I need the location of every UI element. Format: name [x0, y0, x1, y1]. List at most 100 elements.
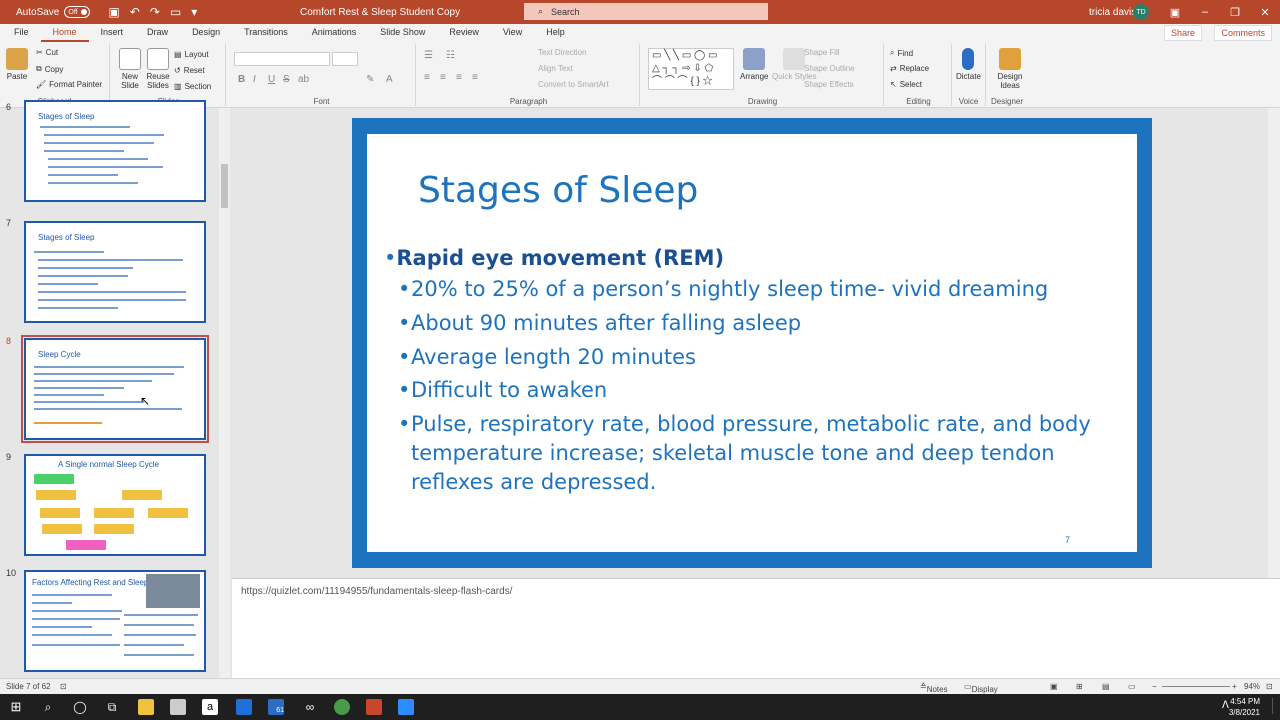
zoom-in-icon[interactable]: +: [1232, 682, 1237, 691]
arrange-button[interactable]: Arrange: [740, 48, 768, 81]
tab-file[interactable]: File: [2, 24, 41, 42]
notes-toggle[interactable]: ≙ Notes: [920, 682, 948, 694]
mail-icon[interactable]: 61: [268, 699, 284, 715]
customize-qat-icon[interactable]: ▾: [191, 5, 197, 19]
shapes-gallery[interactable]: ▭ ╲ ╲ ▭ ◯ ▭ △ ┐ ┐ ⇨ ⇩ ⬠ ⌒ ⌒ ⌒ { } ☆: [648, 48, 734, 90]
font-size-combo[interactable]: [332, 52, 358, 66]
zoom-out-icon[interactable]: −: [1152, 682, 1157, 691]
save-icon[interactable]: ▣: [108, 5, 119, 19]
select-button[interactable]: ↖ Select: [890, 80, 922, 89]
tab-draw[interactable]: Draw: [135, 24, 180, 42]
zoom-level[interactable]: 94%: [1244, 682, 1260, 691]
display-settings-button[interactable]: ▭ Display Settings: [964, 682, 1000, 703]
align-right-icon[interactable]: ≡: [456, 72, 462, 83]
search-icon[interactable]: ⌕: [40, 699, 56, 715]
thumbnail-scrollbar[interactable]: [219, 108, 230, 678]
align-center-icon[interactable]: ≡: [440, 72, 446, 83]
zoom-app-icon[interactable]: [398, 699, 414, 715]
shape-outline-button[interactable]: Shape Outline: [804, 64, 855, 73]
numbering-icon[interactable]: ☷: [446, 50, 455, 61]
tab-home[interactable]: Home: [40, 24, 89, 42]
slide-thumbnail-8[interactable]: Sleep Cycle: [21, 335, 209, 443]
chrome-icon[interactable]: [334, 699, 350, 715]
slide-thumbnail-pane[interactable]: 6 Stages of Sleep 7 Stages of Sleep 8 Sl…: [0, 100, 232, 678]
search-box[interactable]: ⌕ Search: [524, 3, 768, 20]
convert-smartart-button[interactable]: Convert to SmartArt: [538, 80, 609, 89]
autosave-control[interactable]: AutoSave Off: [16, 6, 91, 18]
main-bullet[interactable]: •Rapid eye movement (REM): [384, 246, 724, 270]
shape-fill-button[interactable]: Shape Fill: [804, 48, 840, 57]
find-button[interactable]: ⌕ Find: [890, 48, 913, 58]
shape-effects-button[interactable]: Shape Effects: [804, 80, 854, 89]
windows-start-icon[interactable]: ⊞: [8, 699, 24, 715]
task-view-icon[interactable]: ⧉: [104, 699, 120, 715]
avatar[interactable]: TD: [1133, 4, 1149, 20]
autosave-toggle[interactable]: Off: [64, 6, 91, 18]
user-name[interactable]: tricia davis: [1089, 7, 1136, 18]
ribbon-display-options-icon[interactable]: ▣: [1160, 0, 1190, 24]
tab-slide-show[interactable]: Slide Show: [368, 24, 437, 42]
slide-show-icon[interactable]: ▭: [1128, 682, 1136, 691]
powerpoint-icon[interactable]: [366, 699, 382, 715]
text-direction-button[interactable]: Text Direction: [538, 48, 586, 57]
section-button[interactable]: ▥ Section: [174, 82, 211, 91]
new-slide-button[interactable]: New Slide: [118, 48, 142, 90]
tab-view[interactable]: View: [491, 24, 534, 42]
close-icon[interactable]: ✕: [1250, 0, 1280, 24]
slide-sorter-icon[interactable]: ⊞: [1076, 682, 1083, 691]
shadow-button[interactable]: ab: [298, 74, 309, 85]
layout-button[interactable]: ▤ Layout: [174, 50, 209, 59]
file-explorer-icon[interactable]: [138, 699, 154, 715]
editor-scrollbar[interactable]: [1268, 108, 1280, 578]
normal-view-icon[interactable]: ▣: [1050, 682, 1058, 691]
dropbox-icon[interactable]: [236, 699, 252, 715]
notes-text[interactable]: https://quizlet.com/11194955/fundamental…: [241, 586, 512, 597]
bold-button[interactable]: B: [238, 74, 245, 85]
tab-transitions[interactable]: Transitions: [232, 24, 300, 42]
minimize-icon[interactable]: –: [1190, 0, 1220, 24]
underline-button[interactable]: U: [268, 74, 275, 85]
zoom-slider[interactable]: [1162, 686, 1230, 687]
reading-view-icon[interactable]: ▤: [1102, 682, 1110, 691]
show-desktop-button[interactable]: [1272, 698, 1276, 714]
font-color-icon[interactable]: A: [386, 74, 393, 85]
store-icon[interactable]: [170, 699, 186, 715]
dictate-button[interactable]: Dictate: [956, 48, 981, 81]
slide-thumbnail-7[interactable]: Stages of Sleep: [24, 221, 206, 323]
language-icon[interactable]: ᐱ: [1222, 700, 1229, 711]
link-icon[interactable]: ∞: [302, 699, 318, 715]
justify-icon[interactable]: ≡: [472, 72, 478, 83]
replace-button[interactable]: ⇄ Replace: [890, 64, 929, 73]
bullets-icon[interactable]: ☰: [424, 50, 433, 61]
tab-animations[interactable]: Animations: [300, 24, 369, 42]
scroll-thumb[interactable]: [221, 164, 228, 208]
clock[interactable]: 4:54 PM 3/8/2021: [1229, 696, 1260, 718]
strikethrough-button[interactable]: S: [283, 74, 290, 85]
paste-button[interactable]: Paste: [6, 48, 28, 81]
tab-design[interactable]: Design: [180, 24, 232, 42]
slide-thumbnail-9[interactable]: A Single normal Sleep Cycle: [24, 454, 206, 556]
cortana-icon[interactable]: ◯: [72, 699, 88, 715]
format-painter-button[interactable]: 🖌 Format Painter: [36, 80, 102, 89]
accessibility-icon[interactable]: ⊡: [60, 682, 67, 691]
reuse-slides-button[interactable]: Reuse Slides: [146, 48, 170, 90]
slide-thumbnail-10[interactable]: Factors Affecting Rest and Sleep: [24, 570, 206, 672]
copy-button[interactable]: ⧉ Copy: [36, 64, 63, 74]
reset-button[interactable]: ↺ Reset: [174, 66, 205, 75]
amazon-icon[interactable]: a: [202, 699, 218, 715]
comments-button[interactable]: Comments: [1214, 25, 1272, 41]
slide-title[interactable]: Stages of Sleep: [418, 170, 698, 211]
slide-thumbnail-6[interactable]: Stages of Sleep: [24, 100, 206, 202]
redo-icon[interactable]: ↷: [150, 5, 160, 19]
align-left-icon[interactable]: ≡: [424, 72, 430, 83]
undo-icon[interactable]: ↶: [130, 5, 140, 19]
align-text-button[interactable]: Align Text: [538, 64, 573, 73]
restore-icon[interactable]: ❐: [1220, 0, 1250, 24]
italic-button[interactable]: I: [253, 74, 256, 85]
tab-help[interactable]: Help: [534, 24, 577, 42]
font-name-combo[interactable]: [234, 52, 330, 66]
start-from-beginning-icon[interactable]: ▭: [170, 5, 181, 19]
cut-button[interactable]: ✂ Cut: [36, 48, 58, 57]
highlight-icon[interactable]: ✎: [366, 74, 374, 85]
tab-insert[interactable]: Insert: [89, 24, 136, 42]
